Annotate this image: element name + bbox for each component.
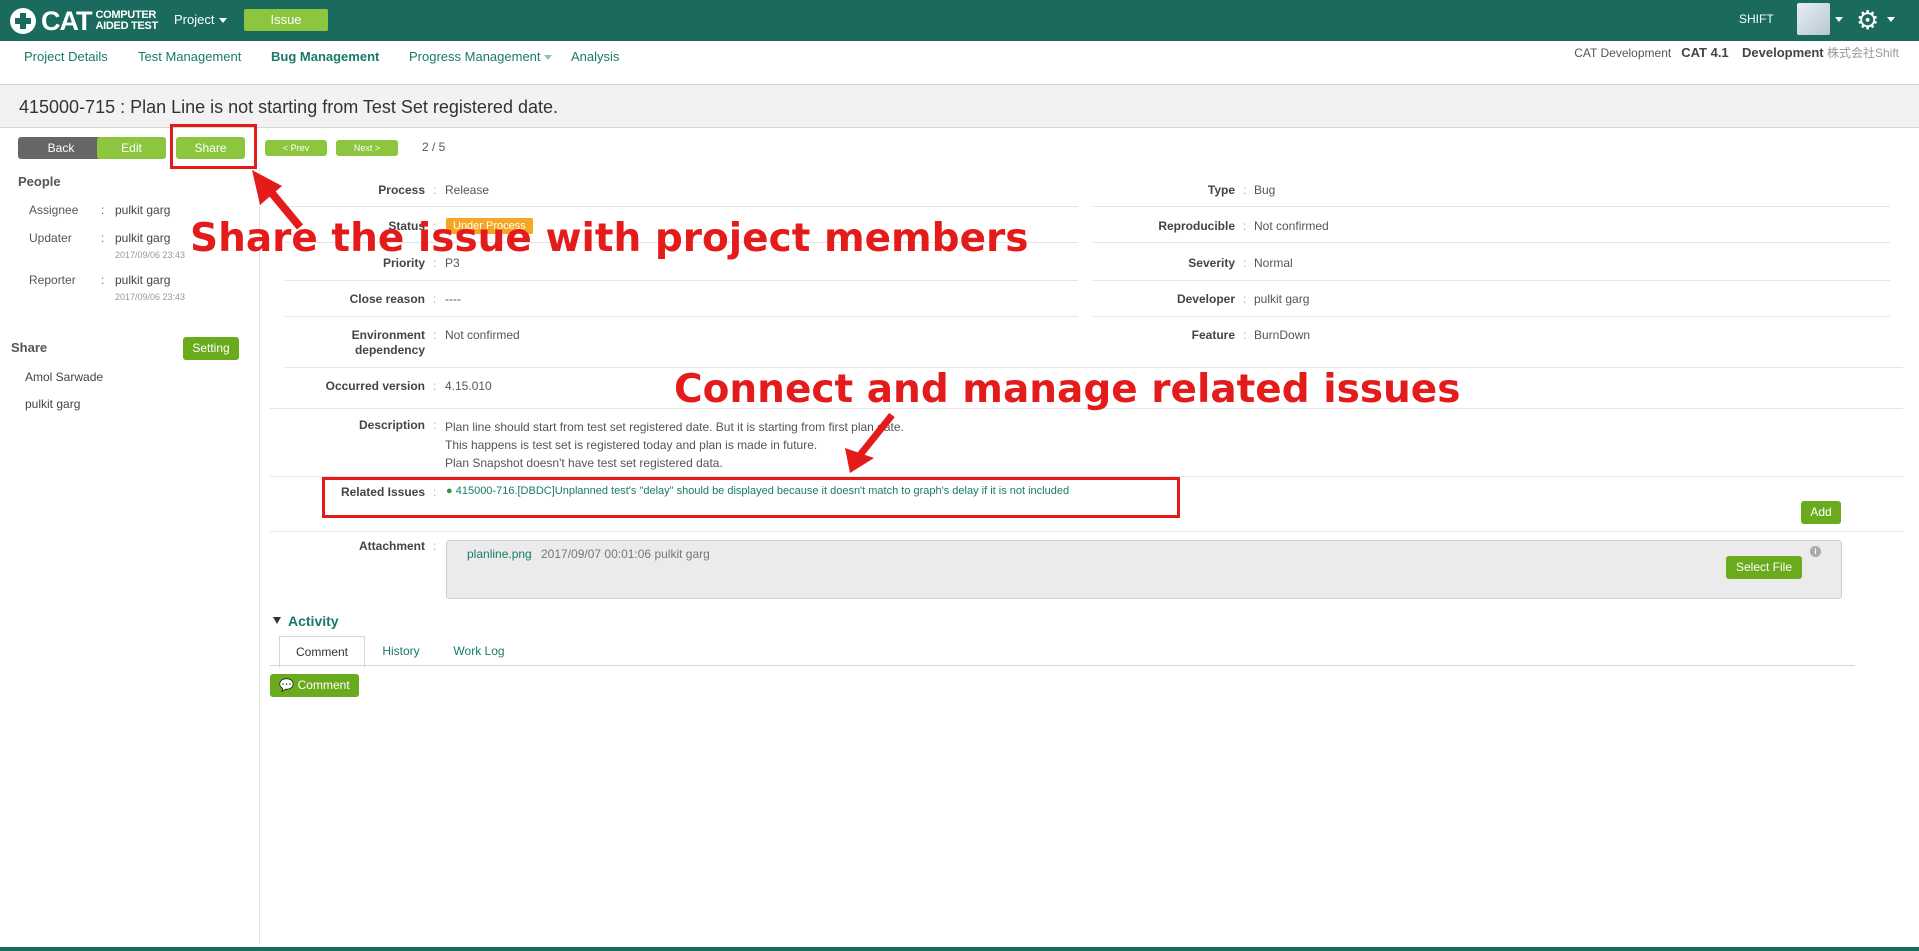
footer-bar [0, 947, 1919, 951]
annotation-arrows [252, 170, 895, 473]
related-arrow [845, 412, 895, 473]
share-arrow [252, 170, 304, 230]
